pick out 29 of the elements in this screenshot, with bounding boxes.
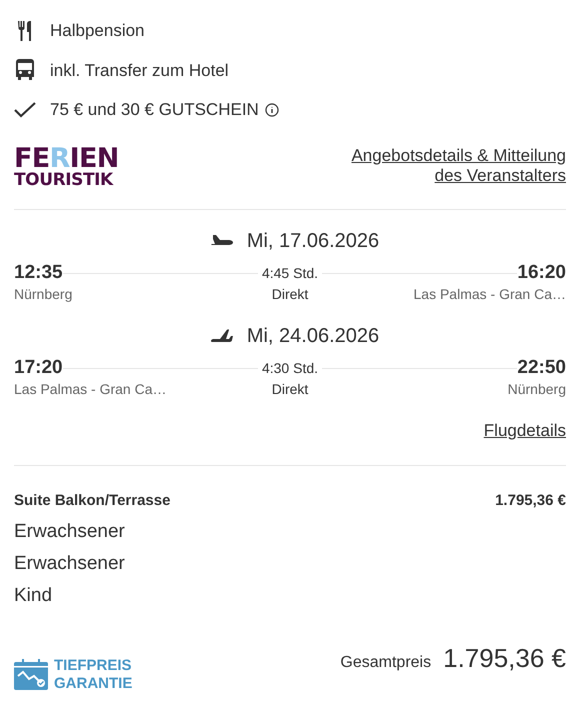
flight-date: Mi, 24.06.2026	[246, 324, 380, 348]
feature-text: 75 € und 30 € GUTSCHEIN	[50, 99, 259, 121]
flight-stops: Direkt	[272, 284, 308, 304]
departure-airport: Las Palmas - Gran Ca…	[14, 380, 166, 398]
cutlery-icon	[18, 20, 32, 41]
feature-text: inkl. Transfer zum Hotel	[50, 60, 229, 82]
operator-logo: FERIEN TOURISTIK	[14, 144, 119, 188]
price-guarantee-label: TIEFPREIS GARANTIE	[54, 656, 132, 692]
arrival-airport: Las Palmas - Gran Ca…	[414, 284, 566, 304]
offer-details-link[interactable]: Angebotsdetails & Mitteilung des Veranstalters	[351, 146, 566, 186]
total-price: 1.795,36 €	[443, 642, 566, 674]
total-label: Gesamtpreis	[340, 652, 432, 672]
traveller-type: Erwachsener	[14, 552, 126, 576]
room-name: Suite Balkon/Terrasse	[14, 491, 170, 511]
feature-text: Halbpension	[50, 20, 145, 42]
traveller-type: Erwachsener	[14, 520, 126, 544]
arrival-airport: Nürnberg	[508, 380, 566, 399]
departure-airport: Nürnberg	[14, 284, 72, 304]
bus-icon	[16, 59, 34, 82]
flight-date: Mi, 17.06.2026	[246, 228, 380, 254]
traveller-type: Kind	[14, 584, 54, 608]
landing-plane-icon	[210, 328, 233, 342]
flight-details-link[interactable]: Flugdetails	[484, 418, 566, 443]
room-price: 1.795,36 €	[495, 491, 566, 511]
info-icon[interactable]	[264, 102, 279, 117]
check-icon	[14, 102, 36, 118]
price-guarantee-calendar-icon	[14, 659, 48, 690]
flight-stops: Direkt	[272, 380, 308, 398]
takeoff-plane-icon	[210, 234, 233, 246]
